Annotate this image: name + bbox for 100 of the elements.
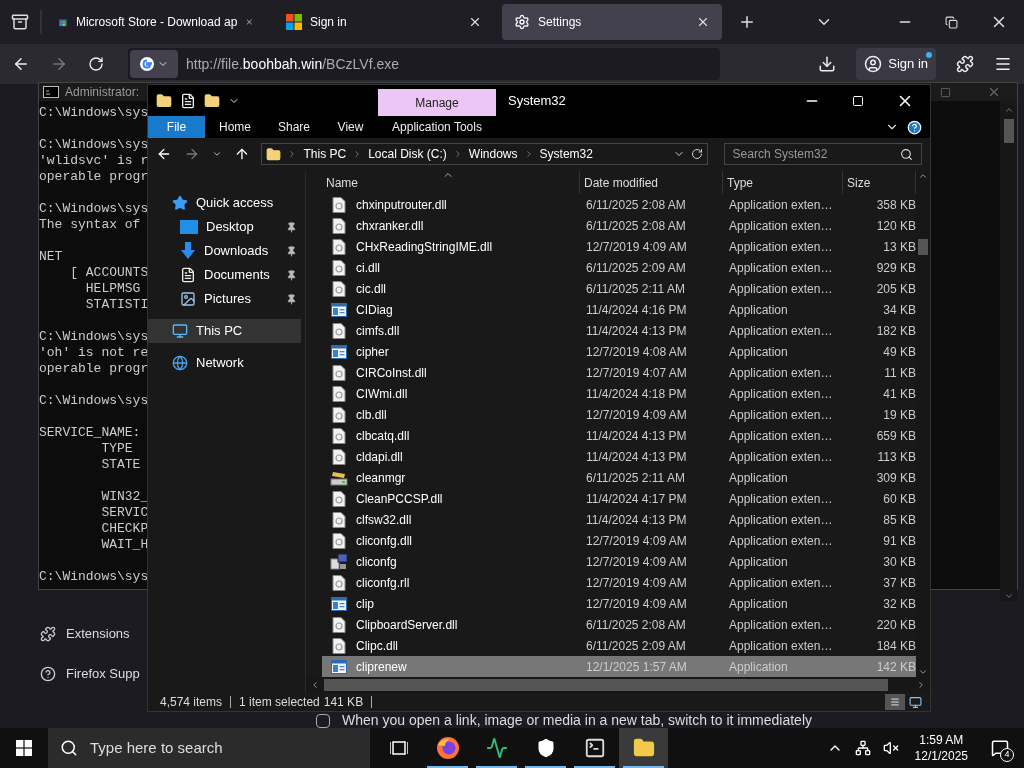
ribbon-tab[interactable]: Home bbox=[205, 116, 265, 138]
close-tab-icon[interactable] bbox=[696, 15, 710, 29]
file-date: 11/4/2024 4:13 PM bbox=[585, 511, 688, 529]
file-row[interactable]: CIDiag 11/4/2024 4:16 PM Application 34 KB bbox=[322, 299, 916, 320]
menu-icon[interactable] bbox=[994, 55, 1012, 73]
scroll-down-icon[interactable] bbox=[1003, 591, 1014, 601]
breadcrumb[interactable]: Local Disk (C:) bbox=[368, 145, 447, 164]
scroll-up-icon[interactable] bbox=[1003, 105, 1014, 115]
file-row[interactable]: clip 12/7/2019 4:09 AM Application 32 KB bbox=[322, 593, 916, 614]
file-row[interactable]: CIWmi.dll 11/4/2024 4:18 PM Application exten… 41 KB bbox=[322, 383, 916, 404]
console-scrollbar[interactable] bbox=[1000, 101, 1017, 601]
file-row[interactable]: cldapi.dll 11/4/2024 4:13 PM Application exten… 113 KB bbox=[322, 446, 916, 467]
file-row[interactable]: CHxReadingStringIME.dll 12/7/2019 4:09 AM Application exten… 13 KB bbox=[322, 236, 916, 257]
breadcrumb[interactable]: Windows bbox=[468, 145, 518, 164]
file-row[interactable]: chxinputrouter.dll 6/11/2025 2:08 AM Application exten… 358 KB bbox=[322, 194, 916, 215]
file-type: Application exten… bbox=[728, 196, 834, 214]
extensions-icon[interactable] bbox=[956, 55, 974, 73]
scroll-thumb[interactable] bbox=[918, 239, 928, 255]
column-header[interactable]: Date modified bbox=[580, 171, 723, 194]
scroll-thumb[interactable] bbox=[324, 679, 888, 691]
navigation-item[interactable]: Pictures bbox=[148, 287, 301, 311]
file-row[interactable]: Clipc.dll 6/11/2025 2:09 AM Application exten… 184 KB bbox=[322, 635, 916, 656]
file-row[interactable]: cipher 12/7/2019 4:08 AM Application 49 KB bbox=[322, 341, 916, 362]
file-row[interactable]: clbcatq.dll 11/4/2024 4:13 PM Application exten… 659 KB bbox=[322, 425, 916, 446]
account-button[interactable]: Sign in bbox=[856, 48, 936, 80]
reload-icon[interactable] bbox=[88, 56, 104, 72]
scroll-up-icon[interactable] bbox=[918, 171, 928, 181]
file-row[interactable]: CIRCoInst.dll 12/7/2019 4:07 AM Application exten… 11 KB bbox=[322, 362, 916, 383]
clock[interactable]: 1:59 AM 12/1/2025 bbox=[906, 728, 976, 768]
ribbon-tab[interactable]: Application Tools bbox=[378, 116, 496, 138]
scroll-thumb[interactable] bbox=[1003, 119, 1014, 143]
browser-tab[interactable]: Microsoft Store - Download ap bbox=[46, 4, 266, 40]
file-row[interactable]: ci.dll 6/11/2025 2:09 AM Application exten… 929 KB bbox=[322, 257, 916, 278]
navigation-item[interactable]: Quick access bbox=[148, 191, 301, 215]
file-row[interactable]: cleanmgr 6/11/2025 2:11 AM Application 309 KB bbox=[322, 467, 916, 488]
gear-document-icon bbox=[332, 322, 346, 339]
column-header[interactable]: Type bbox=[723, 171, 843, 194]
file-row[interactable]: chxranker.dll 6/11/2025 2:08 AM Application exten… 120 KB bbox=[322, 215, 916, 236]
search-engine-button[interactable] bbox=[130, 50, 178, 78]
forward-icon[interactable] bbox=[50, 55, 68, 73]
navigation-item[interactable]: Documents bbox=[148, 263, 301, 287]
notification-button[interactable]: 4 bbox=[976, 728, 1024, 768]
column-header[interactable]: Name bbox=[322, 171, 580, 194]
file-row[interactable]: CleanPCCSP.dll 11/4/2024 4:17 PM Application exten… 60 KB bbox=[322, 488, 916, 509]
taskbar-app[interactable] bbox=[619, 728, 668, 768]
file-name: cleanmgr bbox=[356, 469, 406, 487]
navigation-item[interactable]: Downloads bbox=[148, 239, 301, 263]
file-row[interactable]: clfsw32.dll 11/4/2024 4:13 PM Application exten… 85 KB bbox=[322, 509, 916, 530]
folder-icon[interactable] bbox=[156, 92, 172, 109]
close-tab-icon[interactable] bbox=[468, 15, 482, 29]
breadcrumb[interactable]: System32 bbox=[539, 145, 593, 164]
file-row[interactable]: cliprenew 12/1/2025 1:57 AM Application 142 KB bbox=[322, 656, 916, 677]
navigation-item[interactable]: Desktop bbox=[148, 215, 301, 239]
address-field[interactable]: http://file.boohbah.win/BCzLVf.exe bbox=[128, 48, 720, 80]
ribbon-tab[interactable]: View bbox=[323, 116, 378, 138]
settings-nav-item[interactable]: Extensions bbox=[40, 624, 130, 644]
refresh-icon[interactable] bbox=[690, 148, 703, 161]
file-size: 182 KB bbox=[875, 322, 916, 340]
scroll-left-icon[interactable] bbox=[310, 680, 320, 690]
new-folder-icon[interactable] bbox=[204, 92, 220, 109]
search-input[interactable]: Search System32 bbox=[732, 145, 900, 164]
context-tab[interactable]: Manage bbox=[378, 89, 496, 117]
back-icon[interactable] bbox=[12, 55, 30, 73]
muted-speaker-icon[interactable] bbox=[882, 740, 899, 756]
download-icon[interactable] bbox=[818, 55, 837, 73]
taskbar-search-field[interactable]: Type here to search bbox=[48, 728, 370, 768]
navigation-item[interactable]: Network bbox=[148, 351, 301, 375]
console-line: SERVICE_NAME: bbox=[39, 425, 141, 441]
scroll-right-icon[interactable] bbox=[916, 680, 926, 690]
new-tab-icon[interactable] bbox=[738, 13, 756, 31]
file-row[interactable]: cic.dll 6/11/2025 2:11 AM Application exten… 205 KB bbox=[322, 278, 916, 299]
tab-list-icon[interactable] bbox=[11, 13, 29, 31]
file-row[interactable]: clb.dll 12/7/2019 4:09 AM Application exten… 19 KB bbox=[322, 404, 916, 425]
properties-icon[interactable] bbox=[180, 92, 196, 109]
file-name: cic.dll bbox=[356, 280, 386, 298]
gear-document-icon bbox=[332, 448, 346, 465]
breadcrumb[interactable]: This PC bbox=[303, 145, 347, 164]
search-input[interactable]: Type here to search bbox=[90, 736, 370, 760]
file-size: 60 KB bbox=[882, 490, 916, 508]
file-row[interactable]: cliconfg.rll 12/7/2019 4:09 AM Application exten… 37 KB bbox=[322, 572, 916, 593]
fox-globe-icon bbox=[435, 736, 460, 760]
navigation-item[interactable]: This PC bbox=[148, 319, 301, 343]
search-field[interactable]: Search System32 bbox=[723, 143, 922, 166]
address-bar[interactable]: This PC Local Disk (C:) Windows System32 bbox=[261, 143, 708, 166]
large-icons-view-icon[interactable] bbox=[909, 695, 922, 709]
browser-tab[interactable]: Settings bbox=[502, 4, 722, 40]
file-row[interactable]: ClipboardServer.dll 6/11/2025 2:08 AM Application exten… 220 KB bbox=[322, 614, 916, 635]
help-icon[interactable] bbox=[907, 119, 922, 135]
file-row[interactable]: cliconfg 12/7/2019 4:09 AM Application 30 KB bbox=[322, 551, 916, 572]
network-icon[interactable] bbox=[854, 740, 871, 756]
file-row[interactable]: cimfs.dll 11/4/2024 4:13 PM Application exten… 182 KB bbox=[322, 320, 916, 341]
file-size: 49 KB bbox=[882, 343, 916, 361]
restore-icon[interactable] bbox=[945, 15, 958, 29]
file-row[interactable]: cliconfg.dll 12/7/2019 4:09 AM Application exten… 91 KB bbox=[322, 530, 916, 551]
item-count: 4,574 items bbox=[160, 694, 223, 711]
ribbon-tab[interactable]: Share bbox=[265, 116, 323, 138]
browser-tab[interactable]: Sign in bbox=[274, 4, 494, 40]
file-type: Application bbox=[728, 343, 789, 361]
scroll-down-icon[interactable] bbox=[918, 667, 928, 677]
settings-nav-item[interactable]: Firefox Supp bbox=[40, 664, 140, 684]
